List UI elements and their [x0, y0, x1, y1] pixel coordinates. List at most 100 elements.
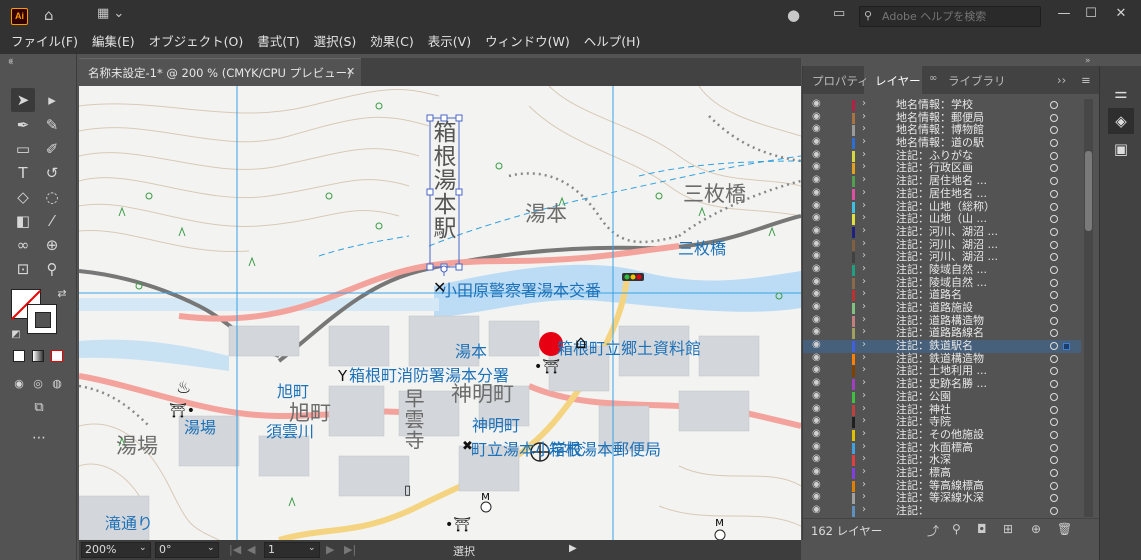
expand-chevron-icon[interactable]: ›	[862, 377, 866, 388]
screen-mode-icon[interactable]: ⧉	[27, 396, 51, 420]
layer-row[interactable]: ◉ › 注記：公園	[803, 390, 1081, 404]
artboard-tool-icon[interactable]: ⊡	[11, 257, 35, 281]
visibility-eye-icon[interactable]: ◉	[812, 377, 821, 388]
zoom-dropdown-icon[interactable]: ⌄	[139, 543, 147, 553]
menu-file[interactable]: ファイル(F)	[4, 32, 85, 54]
close-document-icon[interactable]: ✕	[346, 65, 355, 78]
map-label-shinmeicho[interactable]: 神明町	[472, 418, 520, 434]
visibility-eye-icon[interactable]: ◉	[812, 238, 821, 249]
clipping-mask-icon[interactable]: ◘	[977, 522, 987, 536]
target-circle-icon[interactable]	[1050, 392, 1058, 401]
eraser-tool-icon[interactable]: ◇	[11, 185, 35, 209]
gradient-tool-icon[interactable]: ◧	[11, 209, 35, 233]
visibility-eye-icon[interactable]: ◉	[812, 123, 821, 134]
target-circle-icon[interactable]	[1050, 177, 1058, 186]
visibility-eye-icon[interactable]: ◉	[812, 187, 821, 198]
map-label-gray-yumoto[interactable]: 湯本	[525, 204, 567, 225]
layer-name[interactable]: 注記：史跡名勝 ...	[896, 377, 987, 391]
expand-chevron-icon[interactable]: ›	[862, 415, 866, 426]
target-circle-icon[interactable]	[1050, 456, 1058, 465]
layers-panel-icon[interactable]: ◈	[1108, 108, 1134, 134]
expand-chevron-icon[interactable]: ›	[862, 326, 866, 337]
visibility-eye-icon[interactable]: ◉	[812, 161, 821, 172]
stroke-swatch[interactable]	[27, 304, 57, 334]
target-circle-icon[interactable]	[1050, 253, 1058, 262]
scroll-thumb[interactable]	[1085, 151, 1092, 231]
artboard-dropdown-icon[interactable]: ⌄	[308, 543, 316, 553]
tab-properties[interactable]: プロパティ	[812, 73, 869, 89]
map-label-post-office[interactable]: 箱根湯本郵便局	[549, 442, 661, 458]
map-label-sukumo-river[interactable]: 須雲川	[266, 424, 314, 440]
target-circle-icon[interactable]	[1050, 507, 1058, 515]
properties-panel-icon[interactable]: ⚌	[1108, 80, 1134, 106]
map-label-gray-sanmaibashi[interactable]: 三枚橋	[683, 184, 746, 205]
layer-row[interactable]: ◉ › 注記：陵域自然 ...	[803, 263, 1081, 277]
visibility-eye-icon[interactable]: ◉	[812, 212, 821, 223]
target-circle-icon[interactable]	[1050, 291, 1058, 300]
shape-builder-tool-icon[interactable]: ⊕	[40, 233, 64, 257]
collapse-left-icon[interactable]: «	[8, 56, 14, 66]
map-label-station[interactable]: 箱根湯本駅	[429, 120, 455, 240]
type-tool-icon[interactable]: T	[11, 161, 35, 185]
map-label-yuba[interactable]: 湯場	[184, 420, 216, 436]
visibility-eye-icon[interactable]: ◉	[812, 466, 821, 477]
tab-libraries[interactable]: ライブラリ	[948, 73, 1006, 89]
rotate-tool-icon[interactable]: ↺	[40, 161, 64, 185]
target-circle-icon[interactable]	[1050, 405, 1058, 414]
expand-chevron-icon[interactable]: ›	[862, 403, 866, 414]
expand-chevron-icon[interactable]: ›	[862, 466, 866, 477]
visibility-eye-icon[interactable]: ◉	[812, 428, 821, 439]
layer-row[interactable]: ◉ › 注記：史跡名勝 ...	[803, 377, 1081, 391]
layer-row[interactable]: ◉ › 注記：居住地名 ...	[803, 187, 1081, 201]
locate-object-icon[interactable]: ⚲	[952, 522, 961, 536]
layer-name[interactable]: 注記：鉄道駅名	[896, 339, 973, 353]
visibility-eye-icon[interactable]: ◉	[812, 111, 821, 122]
zoom-tool-icon[interactable]: ⚲	[40, 257, 64, 281]
layer-row[interactable]: ◉ › 注記：鉄道駅名	[803, 339, 1081, 353]
layer-scrollbar[interactable]	[1084, 99, 1093, 517]
layer-row[interactable]: ◉ › 注記：等深線水深	[803, 491, 1081, 505]
visibility-eye-icon[interactable]: ◉	[812, 504, 821, 515]
direct-selection-tool-icon[interactable]: ▸	[40, 88, 64, 112]
visibility-eye-icon[interactable]: ◉	[812, 390, 821, 401]
layer-name[interactable]: 注記：居住地名 ...	[896, 174, 987, 188]
layer-name[interactable]: 注記：山地（山 ...	[896, 212, 987, 226]
prev-artboard-icon[interactable]: ◀	[247, 543, 255, 556]
expand-chevron-icon[interactable]: ›	[862, 111, 866, 122]
map-label-police-box[interactable]: 小田原警察署湯本交番	[441, 283, 601, 299]
expand-chevron-icon[interactable]: ›	[862, 161, 866, 172]
expand-chevron-icon[interactable]: ›	[862, 479, 866, 490]
visibility-eye-icon[interactable]: ◉	[812, 276, 821, 287]
target-circle-icon[interactable]	[1050, 367, 1058, 376]
blend-tool-icon[interactable]: ∞	[11, 233, 35, 257]
visibility-eye-icon[interactable]: ◉	[812, 250, 821, 261]
layer-row[interactable]: ◉ › 地名情報：学校	[803, 99, 1081, 112]
default-fill-stroke-icon[interactable]: ◩	[4, 323, 28, 347]
target-circle-icon[interactable]	[1050, 430, 1058, 439]
expand-chevron-icon[interactable]: ›	[862, 136, 866, 147]
visibility-eye-icon[interactable]: ◉	[812, 301, 821, 312]
target-circle-icon[interactable]	[1050, 304, 1058, 312]
expand-chevron-icon[interactable]: ›	[862, 288, 866, 299]
target-circle-icon[interactable]	[1050, 227, 1058, 236]
visibility-eye-icon[interactable]: ◉	[812, 149, 821, 160]
swap-fill-stroke-icon[interactable]: ⇄	[50, 282, 74, 306]
selected-art-indicator[interactable]	[1063, 343, 1070, 351]
expand-chevron-icon[interactable]: ›	[862, 390, 866, 401]
visibility-eye-icon[interactable]: ◉	[812, 225, 821, 236]
expand-chevron-icon[interactable]: ›	[862, 441, 866, 452]
layer-name[interactable]: 地名情報：道の駅	[896, 136, 984, 150]
export-icon[interactable]: ⤴	[927, 522, 939, 539]
expand-chevron-icon[interactable]: ›	[862, 276, 866, 287]
selection-tool-icon[interactable]: ➤	[11, 88, 35, 112]
target-circle-icon[interactable]	[1050, 139, 1058, 148]
target-circle-icon[interactable]	[1050, 443, 1058, 452]
target-circle-icon[interactable]	[1050, 278, 1058, 287]
pen-tool-icon[interactable]: ✒	[11, 113, 35, 137]
account-icon[interactable]: ●	[787, 6, 800, 24]
panel-menu-icon[interactable]: ≡	[1081, 73, 1091, 87]
expand-chevron-icon[interactable]: ›	[862, 504, 866, 515]
none-mode-swatch[interactable]	[51, 350, 63, 362]
workspace-switcher-icon[interactable]: ▦ ⌄	[97, 6, 124, 21]
expand-chevron-icon[interactable]: ›	[862, 212, 866, 223]
